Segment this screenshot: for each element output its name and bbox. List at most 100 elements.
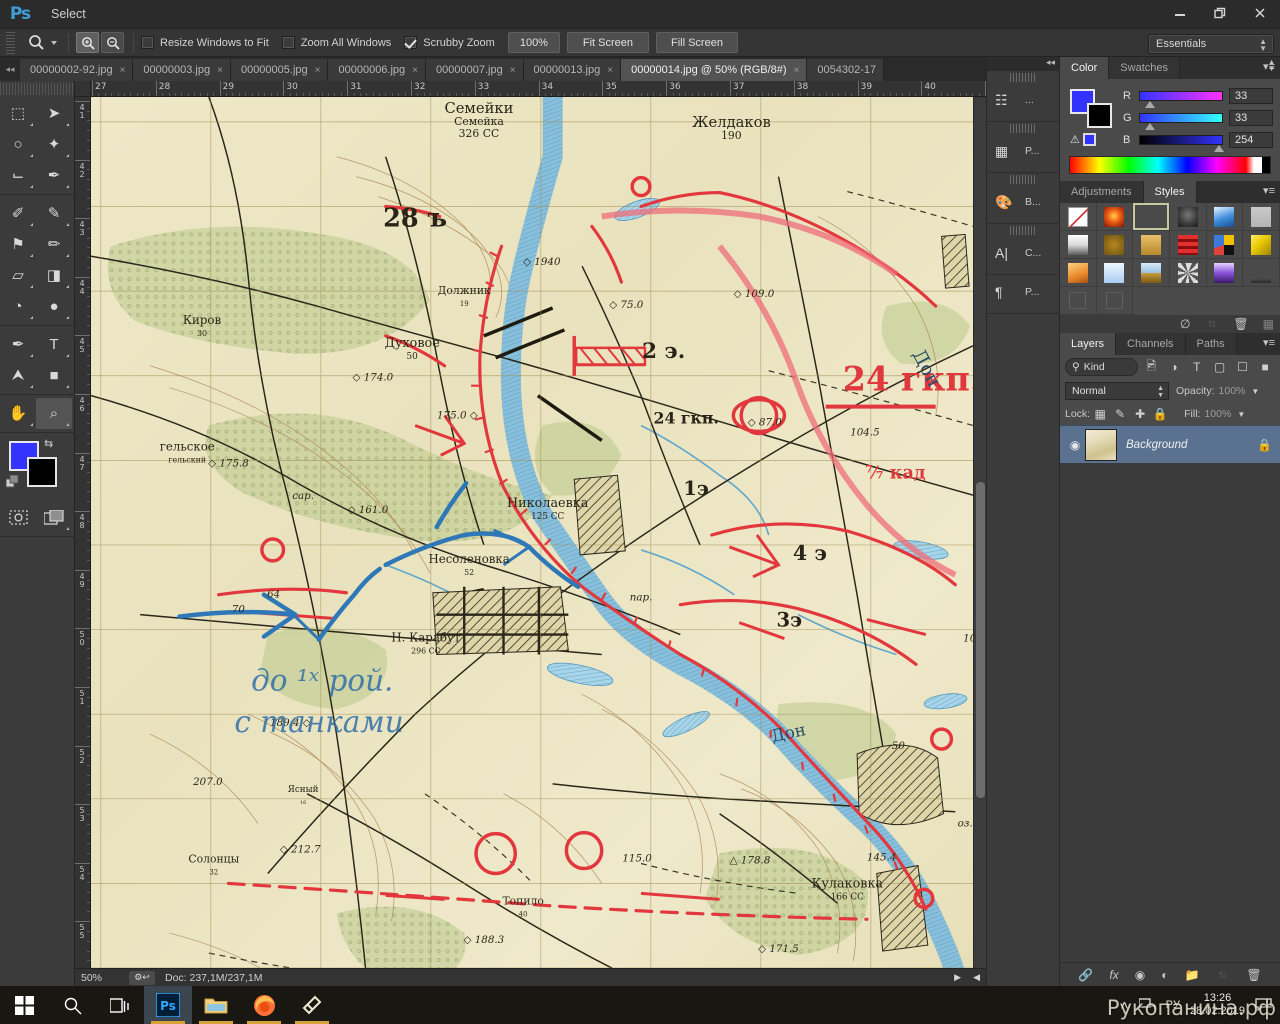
dock-item-brush-presets[interactable]: 🎨 B...	[987, 185, 1059, 219]
close-icon[interactable]: ×	[607, 65, 613, 76]
eye-icon[interactable]: ◉	[1065, 438, 1085, 452]
rectangle-tool[interactable]: ■	[36, 360, 72, 391]
document-tab-5[interactable]: 00000013.jpg ×	[523, 59, 622, 81]
link-layers-icon[interactable]: 🔗	[1078, 968, 1093, 982]
close-icon[interactable]: ×	[794, 65, 800, 76]
language-indicator[interactable]: PУ	[1166, 999, 1180, 1011]
checkbox-box[interactable]	[141, 36, 154, 49]
style-swatch-empty-2[interactable]	[1096, 287, 1134, 315]
system-tray[interactable]: ˄ PУ 13:26 28.02.2019	[1120, 992, 1280, 1018]
filter-shape-icon[interactable]: ▢	[1210, 358, 1230, 376]
document-tab-4[interactable]: 00000007.jpg ×	[426, 59, 524, 81]
slider-thumb[interactable]	[1144, 123, 1155, 130]
slider-track[interactable]	[1139, 113, 1223, 130]
chevron-down-icon[interactable]	[51, 40, 57, 45]
panel-menu-icon[interactable]: ▾≡	[1263, 186, 1275, 197]
new-group-icon[interactable]: 📁	[1184, 968, 1199, 982]
eraser-tool[interactable]: ▱	[0, 260, 36, 291]
layer-filter-kind-select[interactable]: ⚲ Kind ▲ ▼	[1065, 59, 1275, 376]
style-swatch-white-bevel[interactable]	[1060, 231, 1097, 259]
search-button[interactable]	[48, 986, 96, 1024]
checkbox-scrubby-zoom[interactable]: Scrubby Zoom	[404, 36, 495, 49]
spot-healing-brush-tool[interactable]: ✐	[0, 198, 36, 229]
status-menu-icon[interactable]: ◀	[973, 972, 980, 983]
dock-grip[interactable]	[1010, 73, 1036, 82]
eyedropper-tool[interactable]: ✒	[36, 160, 72, 191]
document-tab-6[interactable]: 00000014.jpg @ 50% (RGB/8#) ×	[621, 59, 808, 81]
style-swatch-paint-splat[interactable]	[1206, 231, 1244, 259]
styles-grid[interactable]	[1060, 203, 1280, 315]
vertical-ruler[interactable]: 41 42 43 44 45 46 47 48 49 50 51 52 53 54 55	[75, 97, 91, 986]
zoom-out-button[interactable]	[101, 32, 124, 53]
style-swatch-light-blue[interactable]	[1096, 259, 1134, 287]
tab-swatches[interactable]: Swatches	[1109, 57, 1180, 79]
filter-type-icon[interactable]: T	[1187, 358, 1207, 376]
zoom-level-field[interactable]: 50%	[75, 972, 129, 984]
style-swatch-gold-gradient[interactable]	[1133, 231, 1170, 259]
path-selection-tool[interactable]: ⮝	[0, 360, 36, 391]
style-swatch-blue-sky[interactable]	[1206, 203, 1244, 231]
hand-tool[interactable]: ✋	[0, 398, 36, 429]
button-fill-screen[interactable]: Fill Screen	[655, 32, 738, 53]
tab-paths[interactable]: Paths	[1185, 333, 1237, 355]
close-icon[interactable]: ×	[510, 65, 516, 76]
checkbox-zoom-all-windows[interactable]: Zoom All Windows	[281, 36, 391, 49]
tab-layers[interactable]: Layers	[1060, 333, 1117, 355]
vertical-scroll-thumb[interactable]	[976, 482, 985, 798]
layers-panel-footer[interactable]: 🔗 fx ◉ ◐ 📁 ◾ 🗑	[1060, 962, 1280, 986]
style-swatch-red-glow[interactable]	[1096, 203, 1134, 231]
chevron-updown-icon[interactable]: ▲ ▼	[1259, 38, 1267, 53]
quick-mask-icon[interactable]	[0, 502, 36, 533]
gradient-tool[interactable]: ◨	[36, 260, 72, 291]
styles-panel-tabs[interactable]: Adjustments Styles ▾≡	[1060, 181, 1280, 203]
workspace-switcher[interactable]: Essentials ▲ ▼	[1148, 34, 1274, 54]
dock-grip[interactable]	[1010, 226, 1036, 235]
style-swatch-grey-flat[interactable]	[1243, 203, 1280, 231]
tab-collapse-icon[interactable]: ◂◂	[0, 57, 20, 81]
layer-thumbnail[interactable]	[1085, 428, 1117, 461]
tools-panel-grip[interactable]	[0, 83, 74, 95]
filter-pixel-icon[interactable]: 🖻	[1141, 358, 1161, 376]
status-proxy-icon[interactable]: ⚙↩	[129, 970, 155, 985]
dock-item-paragraph[interactable]: ¶ P...	[987, 275, 1059, 309]
dock-collapse-icon[interactable]: ◂◂	[987, 57, 1059, 71]
network-icon[interactable]	[1137, 997, 1156, 1014]
tab-adjustments[interactable]: Adjustments	[1060, 181, 1144, 203]
close-icon[interactable]: ×	[315, 65, 321, 76]
new-adjustment-icon[interactable]: ◐	[1161, 968, 1168, 982]
window-controls[interactable]	[1160, 0, 1280, 26]
opacity-value[interactable]: 100%	[1219, 385, 1246, 397]
screen-mode-icon[interactable]	[36, 502, 72, 533]
slider-value[interactable]: 33	[1229, 88, 1273, 104]
dock-grip[interactable]	[1010, 124, 1036, 133]
photoshop-taskbar-item[interactable]: Ps	[144, 986, 192, 1024]
zoom-tool[interactable]: ⌕	[36, 398, 72, 429]
dock-item-history[interactable]: ☷...	[987, 83, 1059, 117]
close-icon[interactable]: ×	[217, 65, 223, 76]
tab-styles[interactable]: Styles	[1143, 181, 1197, 203]
style-swatch-empty-1[interactable]	[1060, 287, 1097, 315]
tray-chevron-icon[interactable]: ˄	[1120, 997, 1128, 1013]
lock-transparent-icon[interactable]: ▦	[1090, 405, 1110, 423]
options-bar-grip[interactable]	[6, 31, 15, 54]
horizontal-ruler[interactable]: 272829303132333435363738394041	[91, 81, 986, 97]
layer-style-fx-icon[interactable]: fx	[1109, 968, 1118, 982]
style-swatch-red-stripes[interactable]	[1170, 231, 1207, 259]
style-swatch-ochre-soft[interactable]	[1096, 231, 1134, 259]
checkbox-box[interactable]	[281, 36, 295, 49]
style-swatch-selected-outline[interactable]	[1133, 203, 1170, 231]
filter-adjustment-icon[interactable]: ◑	[1164, 358, 1184, 376]
canvas[interactable]: ◇ 174.0 175.0 ◇ ◇ 175.8 ◇ 161.0 ◇ 75.0 ◇ 109.…	[91, 97, 973, 973]
add-mask-icon[interactable]: ◉	[1135, 968, 1145, 982]
add-mask-icon[interactable]: ◾	[1204, 317, 1219, 331]
clone-stamp-tool[interactable]: ⚑	[0, 229, 36, 260]
pen-tool[interactable]: ✒	[0, 329, 36, 360]
default-colors-icon[interactable]	[5, 474, 20, 494]
firefox-taskbar-item[interactable]	[240, 986, 288, 1024]
style-swatch-beach[interactable]	[1133, 259, 1170, 287]
close-icon[interactable]	[1240, 0, 1280, 26]
color-panel-tabs[interactable]: Color Swatches ▾≡	[1060, 57, 1280, 79]
checkbox-box[interactable]	[404, 36, 418, 49]
start-button[interactable]	[0, 986, 48, 1024]
close-icon[interactable]: ×	[412, 65, 418, 76]
